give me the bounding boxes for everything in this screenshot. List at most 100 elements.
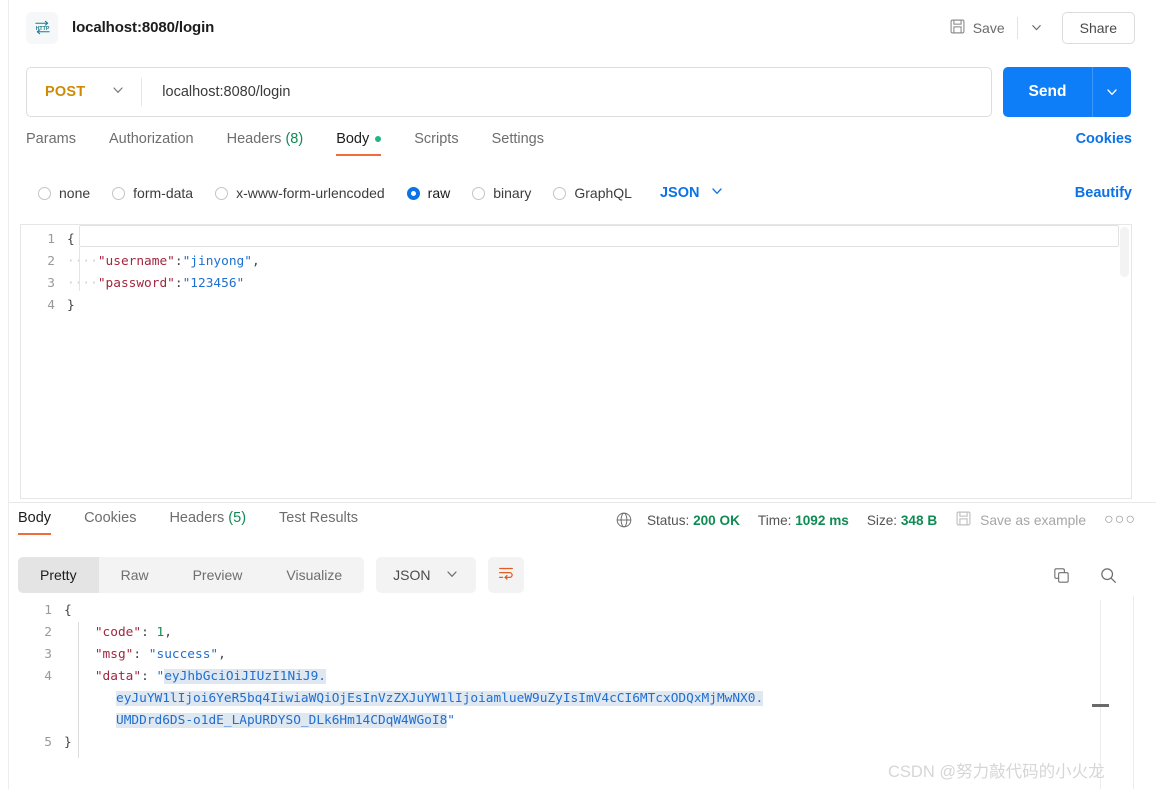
response-meta: Status: 200 OK Time: 1092 ms Size: 348 B… [615,510,1140,530]
radio-urlencoded[interactable]: x-www-form-urlencoded [215,185,385,201]
json-key: "password" [97,276,175,291]
status-label: Status: [646,512,690,528]
beautify-button[interactable]: Beautify [1075,185,1132,201]
pane-splitter[interactable] [9,502,1156,503]
line-number: 3 [44,647,52,662]
tab-params[interactable]: Params [26,131,76,156]
tab-settings[interactable]: Settings [492,131,544,156]
share-button[interactable]: Share [1061,11,1135,44]
tab-authorization[interactable]: Authorization [109,131,194,156]
code-line: 2 ····"username":"jinyong", [21,251,1131,273]
response-tab-body[interactable]: Body [18,510,52,535]
more-options-icon[interactable]: ○○○ [1100,511,1140,529]
json-key: "msg" [94,647,134,662]
response-tabs: Body Cookies Headers (5) Test Results St… [18,510,1140,540]
send-button-group[interactable]: Send [1003,67,1131,117]
url-input[interactable] [142,84,991,100]
save-options-caret[interactable] [1022,15,1051,40]
line-text: { [64,603,72,618]
window-header: HTTP localhost:8080/login Save Share [9,0,1156,55]
response-tab-body-label: Body [18,510,52,526]
save-button[interactable]: Save [941,12,1013,44]
radio-none-icon [38,186,51,200]
radio-none-label: none [59,185,91,201]
view-raw[interactable]: Raw [99,557,171,593]
response-tab-cookies[interactable]: Cookies [84,510,136,535]
globe-icon[interactable] [615,511,633,529]
view-visualize[interactable]: Visualize [264,557,364,593]
radio-binary[interactable]: binary [472,185,531,201]
radio-graphql-label: GraphQL [574,185,632,201]
response-tab-headers-count: (5) [228,510,247,526]
radio-graphql[interactable]: GraphQL [553,185,632,201]
body-modified-dot-icon [375,136,382,143]
response-format-label: JSON [393,567,431,583]
send-options-caret[interactable] [1093,85,1131,99]
response-tab-headers[interactable]: Headers (5) [169,510,246,535]
url-bar: POST Send [26,67,1132,117]
word-wrap-button[interactable] [487,557,524,593]
line-number: 5 [44,735,52,750]
view-preview[interactable]: Preview [171,557,265,593]
code-line: 3 ····"password":"123456" [21,273,1131,295]
cookies-link[interactable]: Cookies [1076,131,1132,147]
json-token-part-3: UMDDrd6DS-o1dE_LApURDYSO_DLk6Hm14CDqW4WG… [116,713,448,728]
save-label: Save [972,19,1005,36]
tab-headers[interactable]: Headers (8) [227,131,304,156]
line-number: 4 [47,298,55,313]
response-fold-rail [78,622,79,758]
radio-form-data-icon [112,186,126,200]
search-icon[interactable] [1099,566,1118,585]
json-tail: , [218,647,226,662]
line-number: 1 [44,603,52,618]
radio-urlencoded-label: x-www-form-urlencoded [236,185,385,201]
radio-graphql-icon [553,186,567,200]
size-label: Size: [866,512,898,528]
save-as-example-button[interactable]: Save as example [955,510,1086,530]
body-type-row: none form-data x-www-form-urlencoded raw… [38,180,1132,206]
line-text: } [67,298,75,313]
radio-none[interactable]: none [38,185,90,201]
request-body-editor[interactable]: 1 { 2 ····"username":"jinyong", 3 ····"p… [20,224,1132,499]
response-code: 1 { 2 "code": 1, 3 "msg": "success", 4 "… [18,600,1142,754]
response-scrollbar-thumb[interactable] [1092,704,1109,707]
floppy-icon [955,510,972,530]
method-selector[interactable]: POST [27,83,141,102]
json-end-quote: " [447,713,456,728]
body-format-selector[interactable]: JSON [660,184,725,202]
response-tab-test-results[interactable]: Test Results [279,510,358,535]
json-value: "success" [148,647,219,662]
radio-binary-label: binary [493,185,532,201]
request-editor-scrollbar[interactable] [1120,227,1129,277]
tab-body[interactable]: Body [336,131,382,156]
radio-raw-label: raw [427,185,451,201]
http-icon: HTTP [26,11,58,44]
time-value: 1092 ms [795,512,849,528]
code-line: 2 "code": 1, [18,622,1142,644]
word-wrap-icon [497,564,515,587]
copy-icon[interactable] [1052,566,1071,585]
response-tab-cookies-label: Cookies [84,510,137,526]
view-pretty[interactable]: Pretty [18,557,99,593]
json-token-part-1: eyJhbGciOiJIUzI1NiJ9. [164,669,326,684]
json-value: "jinyong" [182,254,252,269]
radio-form-data[interactable]: form-data [112,185,193,201]
radio-urlencoded-icon [215,186,229,200]
line-text: } [64,735,72,750]
size-badge: Size: 348 B [867,513,937,528]
radio-binary-icon [472,186,486,200]
json-key: "code" [94,625,142,640]
url-input-group: POST [26,67,992,117]
line-number: 2 [44,625,52,640]
tab-title: localhost:8080/login [72,19,215,36]
tab-scripts[interactable]: Scripts [414,131,458,156]
response-toolbar: Pretty Raw Preview Visualize JSON [18,556,1140,594]
chevron-down-icon [445,567,459,584]
postman-window: HTTP localhost:8080/login Save Share POS… [0,0,1156,789]
left-rail [0,0,9,789]
radio-raw[interactable]: raw [406,185,451,201]
code-line: 3 "msg": "success", [18,644,1142,666]
response-format-selector[interactable]: JSON [376,557,476,593]
line-number: 2 [47,254,55,269]
send-button[interactable]: Send [1003,83,1092,101]
